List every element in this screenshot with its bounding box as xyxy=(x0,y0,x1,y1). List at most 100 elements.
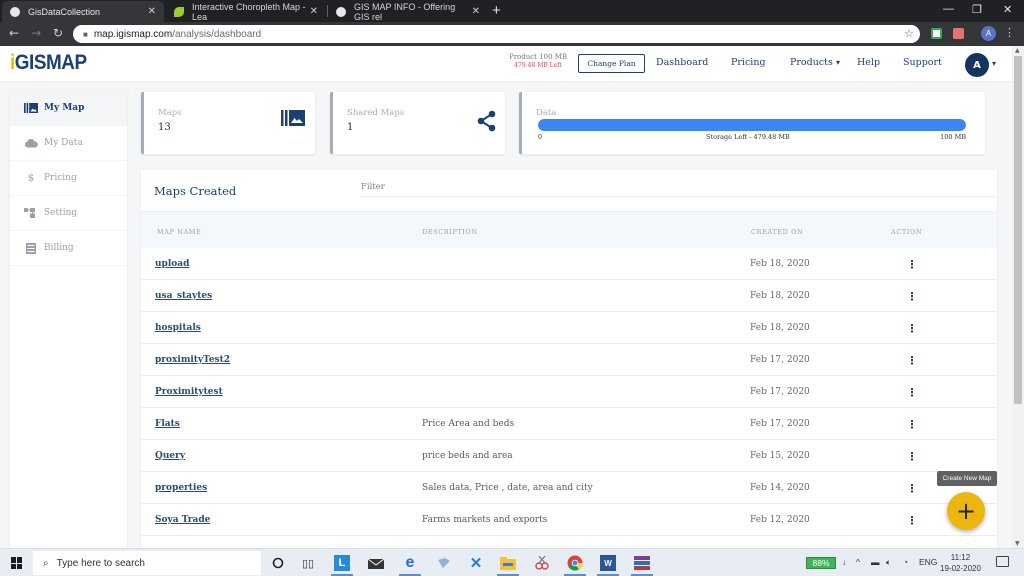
forward-button[interactable]: → xyxy=(31,26,41,40)
extension-icon[interactable] xyxy=(953,28,964,39)
maximize-button[interactable]: ❐ xyxy=(972,3,982,16)
card-label: Data xyxy=(536,108,557,118)
more-actions-icon[interactable]: ⋮ xyxy=(901,286,923,306)
back-button[interactable]: ← xyxy=(9,26,19,40)
create-new-map-button[interactable]: + xyxy=(947,492,985,530)
sidebar-item-billing[interactable]: Billing xyxy=(10,231,127,266)
vscode-icon[interactable]: ✕ xyxy=(468,555,484,572)
calendar-extension-icon[interactable] xyxy=(931,28,942,39)
column-header-description[interactable]: DESCRIPTION xyxy=(422,228,478,236)
igismap-logo[interactable]: iGISMAP xyxy=(10,51,87,75)
leaflet-favicon-icon xyxy=(174,6,184,17)
more-actions-icon[interactable]: ⋮ xyxy=(901,254,923,274)
column-header-map-name[interactable]: MAP NAME xyxy=(157,228,201,236)
map-name-link[interactable]: Proximitytest xyxy=(155,387,223,397)
column-header-created-on[interactable]: CREATED ON xyxy=(751,228,803,236)
app-l-icon[interactable]: L xyxy=(334,555,350,571)
scrollbar-thumb[interactable] xyxy=(1014,56,1022,404)
minimize-button[interactable]: — xyxy=(943,3,954,15)
sidebar-item-setting[interactable]: Setting xyxy=(10,196,127,231)
more-actions-icon[interactable]: ⋮ xyxy=(901,318,923,338)
browser-menu-icon[interactable]: ⋮ xyxy=(1004,26,1015,39)
more-actions-icon[interactable]: ⋮ xyxy=(901,382,923,402)
sidebar-item-my-data[interactable]: My Data xyxy=(10,126,127,161)
snipping-tool-icon[interactable] xyxy=(534,555,550,571)
sidebar-item-pricing[interactable]: $ Pricing xyxy=(10,161,127,196)
scroll-down-icon[interactable]: ▼ xyxy=(1015,540,1020,547)
data-storage-card: Data 0 Storage Left - 479.48 MB 100 MB xyxy=(519,92,985,154)
more-actions-icon[interactable]: ⋮ xyxy=(901,414,923,434)
maps-count-card[interactable]: Maps 13 xyxy=(141,92,315,154)
map-name-link[interactable]: Query xyxy=(155,451,185,461)
map-created-date: Feb 14, 2020 xyxy=(750,483,810,493)
nav-dashboard[interactable]: Dashboard xyxy=(656,57,708,68)
tray-overflow-icon[interactable]: ^ xyxy=(856,557,860,567)
shared-maps-card[interactable]: Shared Maps 1 xyxy=(330,92,505,154)
nav-support[interactable]: Support xyxy=(903,57,942,68)
more-actions-icon[interactable]: ⋮ xyxy=(901,446,923,466)
file-explorer-icon[interactable] xyxy=(500,555,516,571)
tab-close-icon[interactable]: ✕ xyxy=(148,6,156,17)
nav-help[interactable]: Help xyxy=(857,57,880,68)
tab-close-icon[interactable]: ✕ xyxy=(310,6,318,17)
map-name-link[interactable]: Flats xyxy=(155,419,180,429)
panel-title: Maps Created xyxy=(154,184,237,198)
taskbar-clock[interactable]: 11:12 19-02-2020 xyxy=(940,552,981,574)
tab-title: Interactive Choropleth Map - Lea xyxy=(192,1,306,22)
bookmark-star-icon[interactable]: ☆ xyxy=(904,27,914,40)
change-plan-button[interactable]: Change Plan xyxy=(578,54,645,73)
chrome-icon[interactable] xyxy=(567,555,583,571)
more-actions-icon[interactable]: ⋮ xyxy=(901,350,923,370)
browser-tab-gisdatacollection[interactable]: GisDataCollection ✕ xyxy=(2,1,164,22)
language-indicator[interactable]: ENG xyxy=(919,557,937,567)
table-row: properties Sales data, Price , date, area… xyxy=(141,472,997,504)
sidebar-item-my-map[interactable]: My Map xyxy=(10,91,127,126)
battery-tray-icon[interactable]: ▬ xyxy=(871,557,880,567)
more-actions-icon[interactable]: ⋮ xyxy=(901,510,923,530)
map-name-link[interactable]: Soya Trade xyxy=(155,515,210,525)
volume-icon[interactable]: 🔈︎ xyxy=(886,557,891,568)
sidebar-item-label: My Data xyxy=(44,138,83,148)
windows-start-icon[interactable] xyxy=(11,557,23,569)
reload-button[interactable]: ↻ xyxy=(53,26,63,40)
winrar-icon[interactable] xyxy=(634,555,650,571)
app-icon[interactable] xyxy=(436,555,452,571)
action-center-icon[interactable] xyxy=(996,556,1009,567)
taskbar-search-box[interactable]: ⌕ Type here to search xyxy=(33,551,261,575)
map-name-link[interactable]: upload xyxy=(155,259,189,269)
map-name-link[interactable]: proximityTest2 xyxy=(155,355,230,365)
nav-products[interactable]: Products xyxy=(790,57,833,68)
browser-profile-avatar[interactable]: A xyxy=(981,26,996,41)
user-menu-caret-icon[interactable]: ▾ xyxy=(992,59,996,68)
battery-indicator[interactable]: 88% xyxy=(806,557,836,569)
word-icon[interactable]: W xyxy=(600,555,616,571)
browser-tab-choropleth[interactable]: Interactive Choropleth Map - Lea ✕ xyxy=(166,1,326,22)
more-actions-icon[interactable]: ⋮ xyxy=(901,478,923,498)
task-view-icon[interactable]: ▯▯ xyxy=(300,555,316,571)
browser-tab-gismapinfo[interactable]: GIS MAP INFO - Offering GIS rel ✕ xyxy=(328,1,488,22)
filter-input[interactable] xyxy=(360,177,995,197)
clock-date: 19-02-2020 xyxy=(940,564,981,573)
address-bar[interactable]: ■ map.igismap.com/analysis/dashboard ☆ xyxy=(73,25,920,43)
logo-text: GISMAP xyxy=(14,51,87,74)
scroll-up-icon[interactable]: ▲ xyxy=(1015,47,1020,54)
map-name-link[interactable]: hospitals xyxy=(155,323,201,333)
nav-pricing[interactable]: Pricing xyxy=(731,57,766,68)
close-window-button[interactable]: ✕ xyxy=(1003,3,1012,16)
new-tab-button[interactable]: + xyxy=(492,2,501,19)
mail-icon[interactable] xyxy=(368,555,384,571)
chevron-down-icon[interactable]: ▾ xyxy=(836,58,840,67)
cortana-icon[interactable] xyxy=(270,555,286,571)
search-icon: ⌕ xyxy=(43,557,49,569)
edge-browser-icon[interactable]: e xyxy=(402,554,418,571)
tab-close-icon[interactable]: ✕ xyxy=(472,6,480,17)
map-name-link[interactable]: properties xyxy=(155,483,207,493)
map-name-link[interactable]: usa_staytes xyxy=(155,291,212,301)
page-scrollbar[interactable]: ▲ ▼ xyxy=(1012,46,1024,548)
sidebar: My Map My Data $ Pricing Setting Billing xyxy=(10,91,127,551)
user-avatar[interactable]: A xyxy=(965,53,989,77)
plus-icon: + xyxy=(955,497,977,525)
browser-tab-strip: GisDataCollection ✕ Interactive Chorople… xyxy=(0,0,1024,22)
card-value: 13 xyxy=(158,122,171,133)
wifi-icon[interactable]: ◔ xyxy=(903,557,908,567)
